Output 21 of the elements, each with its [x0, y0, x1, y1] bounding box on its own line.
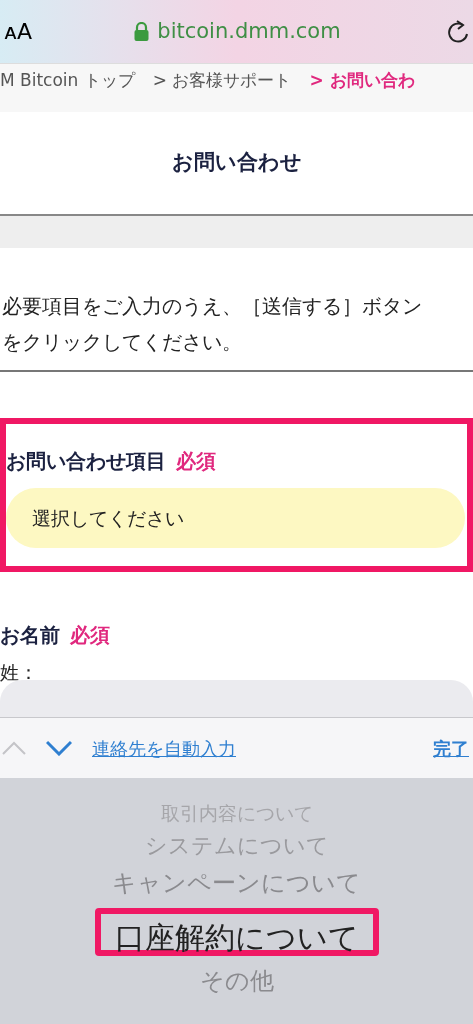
- intro-text: 必要項目をご入力のうえ、［送信する］ボタンをクリックしてください。: [2, 293, 422, 356]
- url-text[interactable]: bitcoin.dmm.com: [157, 15, 341, 48]
- field-label: お名前: [0, 622, 60, 649]
- done-button[interactable]: 完了: [433, 734, 469, 762]
- lock-icon: [134, 22, 150, 41]
- required-label: 必須: [70, 622, 110, 649]
- required-label: 必須: [176, 448, 216, 475]
- autofill-link[interactable]: 連絡先を自動入力: [92, 734, 236, 762]
- breadcrumb-current: > お問い合わ: [309, 69, 415, 92]
- breadcrumb-link[interactable]: > お客様サポート: [152, 68, 292, 94]
- breadcrumb-link[interactable]: M Bitcoin トップ: [0, 68, 135, 94]
- text-size-button[interactable]: ᴀA: [4, 15, 34, 48]
- picker-option[interactable]: その他: [199, 962, 274, 1000]
- field-sublabel: 姓：: [0, 660, 39, 685]
- field-label: お問い合わせ項目: [6, 448, 166, 475]
- reload-icon[interactable]: [447, 19, 469, 44]
- picker-option[interactable]: キャンペーンについて: [112, 864, 361, 902]
- down-chevron-icon[interactable]: [46, 740, 72, 756]
- picker-option[interactable]: 口座解約について: [94, 908, 379, 956]
- select-field[interactable]: 選択してください: [6, 488, 465, 548]
- page-title: お問い合わせ: [171, 149, 302, 177]
